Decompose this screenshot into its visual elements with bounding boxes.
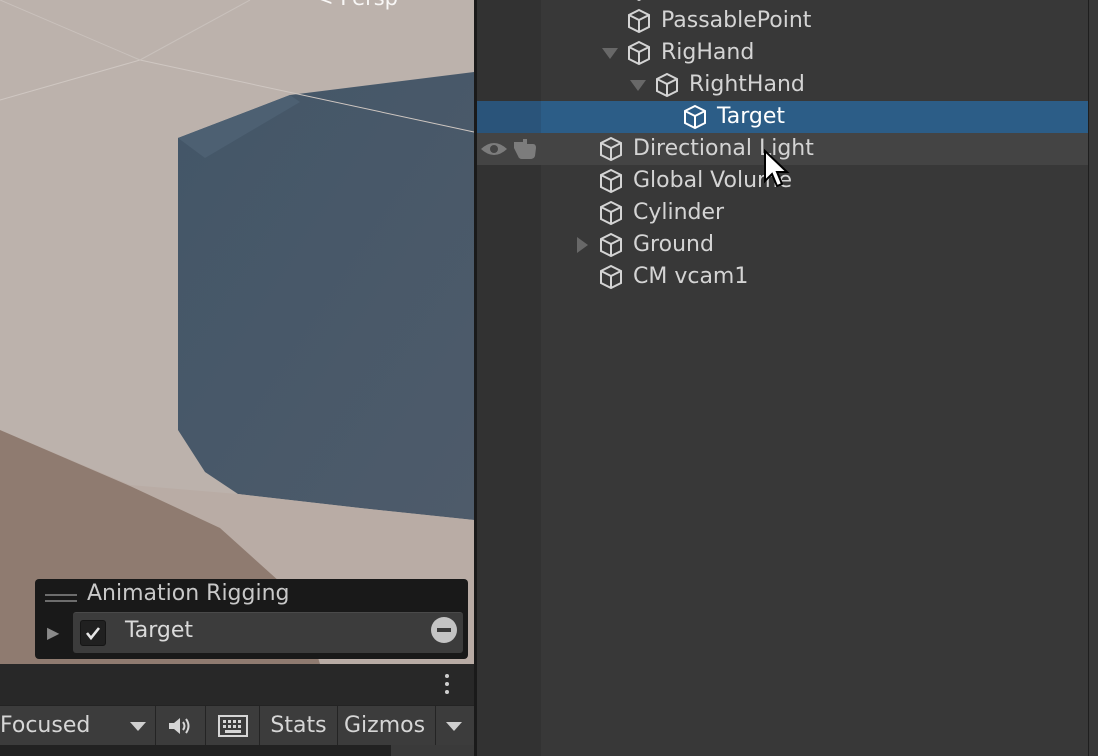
hierarchy-panel[interactable]: PassablePoint RigHand RightHand Target D…	[477, 0, 1098, 756]
gameobject-cube-icon	[600, 168, 622, 194]
hierarchy-item[interactable]: RightHand	[477, 69, 1088, 101]
keyboard-shortcuts-button[interactable]	[206, 706, 260, 746]
expand-arrow-icon[interactable]	[600, 37, 620, 69]
gameobject-cube-icon	[656, 72, 678, 98]
hierarchy-item[interactable]: PassablePoint	[477, 5, 1088, 37]
gizmos-button[interactable]: Gizmos	[338, 706, 436, 746]
checkbox-icon[interactable]	[80, 620, 106, 646]
hierarchy-item-label: Target	[717, 104, 786, 129]
game-view-toolbar: Focused Stats Gizmos	[0, 705, 474, 746]
hierarchy-item-label: CM vcam1	[633, 264, 749, 289]
eye-icon[interactable]	[479, 139, 509, 159]
animation-rigging-overlay[interactable]: Animation Rigging ▶ Target	[35, 579, 468, 659]
gameobject-cube-icon	[628, 40, 650, 66]
chevron-down-icon	[446, 722, 462, 731]
overlay-title: Animation Rigging	[87, 581, 290, 606]
chevron-down-icon	[130, 722, 146, 731]
perspective-label[interactable]: < Persp	[316, 0, 398, 10]
play-focus-label: Focused	[0, 713, 91, 738]
remove-icon[interactable]	[431, 617, 457, 643]
scene-render	[0, 0, 474, 664]
scene-view[interactable]: < Persp Animation Rigging ▶ Target	[0, 0, 474, 664]
rig-target-label: Target	[125, 618, 194, 643]
rig-target-row[interactable]: Target	[73, 612, 463, 653]
hierarchy-item-label: Ground	[633, 232, 714, 257]
hierarchy-item[interactable]: Cylinder	[477, 197, 1088, 229]
gameobject-cube-icon	[600, 200, 622, 226]
kebab-menu-icon[interactable]	[440, 674, 454, 700]
hierarchy-item-label: RightHand	[689, 72, 805, 97]
mouse-cursor-icon	[764, 149, 790, 188]
collapse-arrow-icon[interactable]	[572, 229, 592, 261]
hierarchy-item[interactable]: Ground	[477, 229, 1088, 261]
gameobject-cube-icon	[600, 264, 622, 290]
mute-audio-button[interactable]	[156, 706, 206, 746]
gameobject-cube-icon	[628, 8, 650, 34]
selection-gutter	[477, 101, 541, 133]
stats-button[interactable]: Stats	[260, 706, 338, 746]
gameobject-cube-icon	[684, 104, 706, 130]
gameobject-cube-icon	[636, 0, 642, 2]
expand-arrow-icon[interactable]	[628, 69, 648, 101]
hierarchy-item-label: Cylinder	[633, 200, 725, 225]
keyboard-icon	[218, 715, 248, 737]
gameobject-cube-icon	[600, 232, 622, 258]
drag-handle-icon[interactable]	[45, 594, 77, 602]
mute-audio-icon	[169, 718, 190, 734]
hierarchy-item-label: PassablePoint	[661, 8, 812, 33]
expand-arrow-icon[interactable]: ▶	[47, 623, 59, 642]
hierarchy-item-label: RigHand	[661, 40, 755, 65]
play-focus-dropdown[interactable]: Focused	[0, 706, 156, 746]
hierarchy-item-selected[interactable]: Target	[477, 101, 1088, 133]
scrollbar-edge	[1088, 0, 1089, 756]
hierarchy-item[interactable]: RigHand	[477, 37, 1088, 69]
hierarchy-item[interactable]: CM vcam1	[477, 261, 1088, 293]
bottom-strip	[0, 745, 474, 756]
gameobject-cube-icon	[600, 136, 622, 162]
gizmos-dropdown[interactable]	[436, 706, 474, 746]
hand-pick-icon[interactable]	[511, 138, 537, 160]
